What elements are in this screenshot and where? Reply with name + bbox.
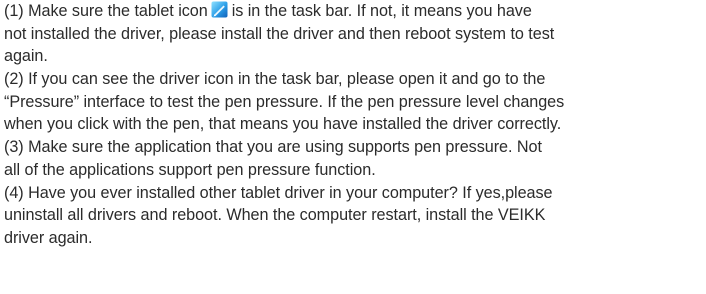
text-line: (2) If you can see the driver icon in th… xyxy=(4,70,546,89)
step-2-paragraph: (2) If you can see the driver icon in th… xyxy=(4,68,702,136)
text-line: driver again. xyxy=(4,228,93,247)
text-line: (1) Make sure the tablet icon is in the t… xyxy=(4,0,702,23)
text-line: (4) Have you ever installed other tablet… xyxy=(4,183,553,202)
text-segment: (1) Make sure the tablet icon xyxy=(4,2,208,20)
step-1-paragraph: (1) Make sure the tablet icon is in the t… xyxy=(4,0,702,68)
text-line: (3) Make sure the application that you a… xyxy=(4,138,542,157)
text-line: all of the applications support pen pres… xyxy=(4,160,376,179)
text-line: not installed the driver, please install… xyxy=(4,24,555,43)
step-3-paragraph: (3) Make sure the application that you a… xyxy=(4,136,702,181)
text-line: “Pressure” interface to test the pen pre… xyxy=(4,92,565,111)
text-line: when you click with the pen, that means … xyxy=(4,115,562,134)
text-segment: is in the task bar. If not, it means you… xyxy=(231,2,532,20)
troubleshooting-text: (1) Make sure the tablet icon is in the t… xyxy=(0,0,706,294)
text-line: uninstall all drivers and reboot. When t… xyxy=(4,206,546,225)
step-4-paragraph: (4) Have you ever installed other tablet… xyxy=(4,182,702,250)
text-line: again. xyxy=(4,47,48,66)
tablet-driver-icon xyxy=(211,1,228,18)
